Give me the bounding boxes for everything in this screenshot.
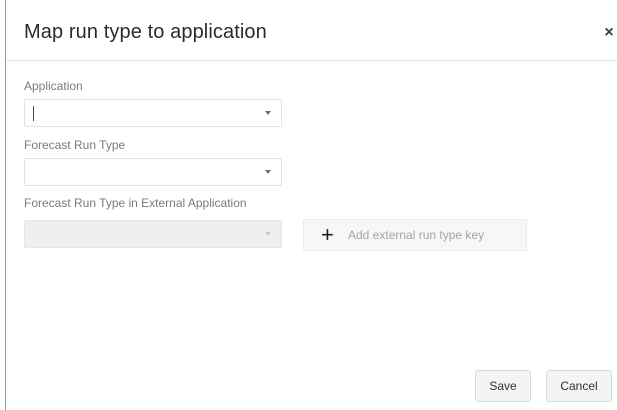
application-select[interactable] xyxy=(24,99,282,127)
plus-icon: + xyxy=(321,222,334,247)
cancel-button[interactable]: Cancel xyxy=(546,370,612,402)
chevron-down-icon xyxy=(265,232,271,236)
chevron-down-icon[interactable] xyxy=(265,170,271,174)
external-run-type-select xyxy=(24,220,282,248)
save-button[interactable]: Save xyxy=(475,370,531,402)
application-label: Application xyxy=(24,79,83,93)
forecast-run-type-label: Forecast Run Type xyxy=(24,138,126,152)
text-cursor xyxy=(33,106,34,121)
close-icon[interactable]: × xyxy=(600,22,617,44)
add-external-run-type-key-label: Add external run type key xyxy=(348,228,485,242)
chevron-down-icon[interactable] xyxy=(265,111,271,115)
add-external-run-type-key-button[interactable]: + Add external run type key xyxy=(303,219,527,251)
dialog-left-border xyxy=(5,0,6,410)
forecast-run-type-select[interactable] xyxy=(24,158,282,186)
external-run-type-label: Forecast Run Type in External Applicatio… xyxy=(24,196,247,210)
map-run-type-dialog: Map run type to application × Applicatio… xyxy=(0,0,617,410)
dialog-header: Map run type to application × xyxy=(6,8,617,61)
dialog-title: Map run type to application xyxy=(24,21,267,43)
